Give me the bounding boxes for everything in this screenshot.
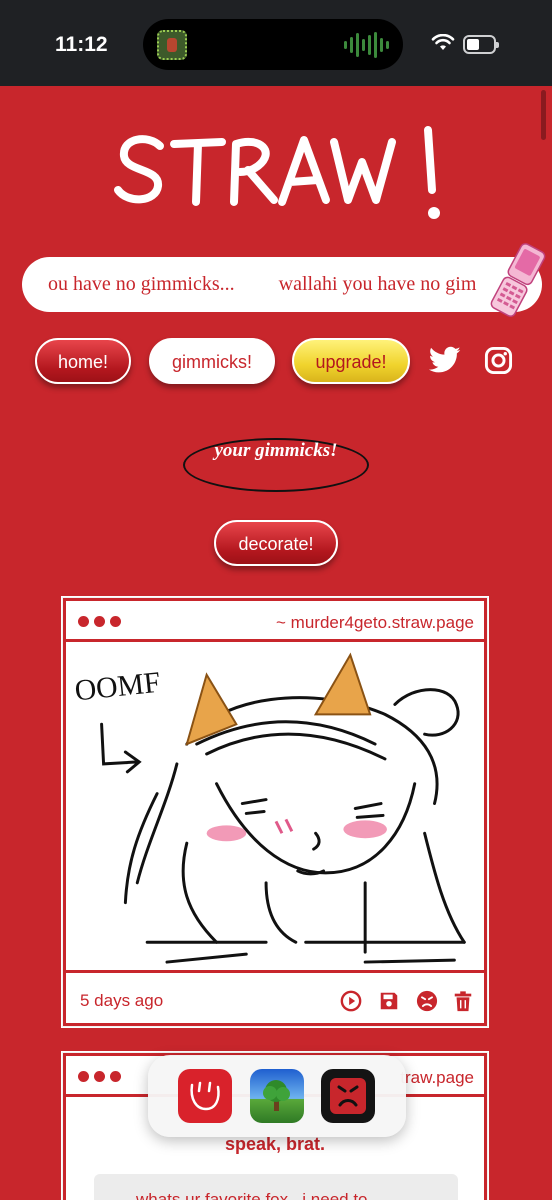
card-url[interactable]: ~ murder4geto.straw.page [276,613,474,633]
card-prompt: speak, brat. [224,1134,326,1154]
battery-icon [463,35,499,54]
angry-app-icon[interactable] [321,1069,375,1123]
trash-icon[interactable] [452,990,474,1012]
flip-phone-sticker [490,243,546,317]
home-button[interactable]: home! [35,338,131,384]
save-icon[interactable] [378,990,400,1012]
landscape-app-icon[interactable] [250,1069,304,1123]
angry-face-icon[interactable] [416,990,438,1012]
app-dock [148,1055,406,1137]
gimmick-marquee: ou have no gimmicks... wallahi you have n… [22,257,542,312]
marquee-text-2: wallahi you have no gim [278,273,477,295]
question-input[interactable]: whats ur favorite fox.. i need to [94,1174,458,1200]
now-playing-artwork [157,30,187,60]
twitter-icon[interactable] [429,346,461,374]
card-footer: 5 days ago [66,979,484,1023]
play-icon[interactable] [340,990,362,1012]
user-drawing[interactable]: OOMF [66,645,484,973]
status-time: 11:12 [55,33,108,56]
window-dots-icon [78,616,121,627]
audio-waveform-icon [344,31,389,59]
post-time: 5 days ago [80,991,164,1010]
decorate-button[interactable]: decorate! [214,520,338,566]
gimmicks-button[interactable]: gimmicks! [149,338,275,384]
gimmick-card: ~ murder4geto.straw.page OOMF 5 days ago [62,597,488,1027]
drawing-caption: OOMF [73,667,162,708]
status-bar: 11:12 [0,0,552,86]
upgrade-button[interactable]: upgrade! [292,338,410,384]
straw-app-icon[interactable] [178,1069,232,1123]
straw-logo[interactable] [110,120,450,225]
scrollbar[interactable] [541,90,546,140]
card-header: ~ murder4geto.straw.page [66,601,484,642]
instagram-icon[interactable] [484,346,513,375]
wifi-icon [431,34,455,50]
dynamic-island[interactable] [143,19,403,70]
window-dots-icon [78,1071,121,1082]
card-url[interactable]: traw.page [400,1068,474,1088]
your-gimmicks-heading: your gimmicks! [183,438,369,492]
marquee-text-1: ou have no gimmicks... [48,273,235,295]
